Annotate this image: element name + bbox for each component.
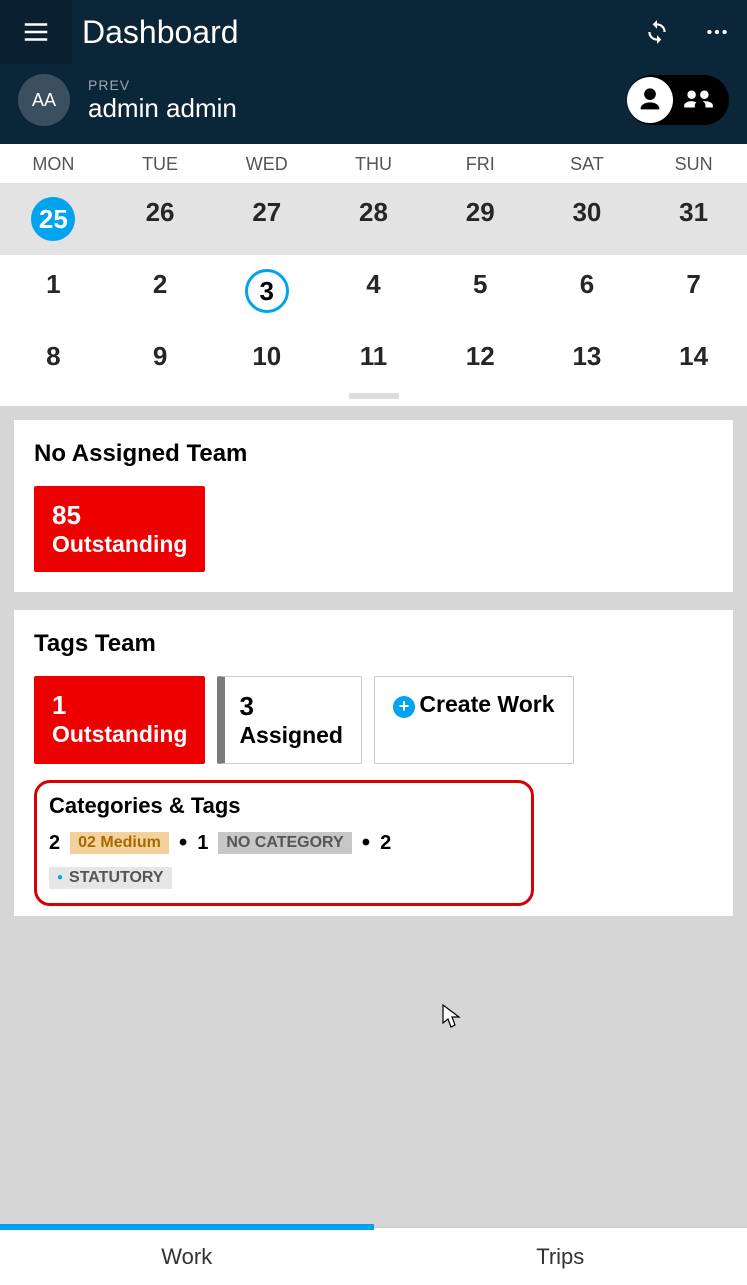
more-button[interactable]: [687, 0, 747, 64]
weekday-sat: SAT: [534, 154, 641, 175]
assigned-tile[interactable]: 3 Assigned: [217, 676, 362, 764]
calendar-day[interactable]: 4: [320, 255, 427, 327]
calendar-day[interactable]: 12: [427, 327, 534, 386]
hamburger-icon: [21, 17, 51, 47]
calendar-day[interactable]: 27: [213, 183, 320, 255]
weekday-thu: THU: [320, 154, 427, 175]
person-icon: [627, 77, 673, 123]
weekday-mon: MON: [0, 154, 107, 175]
calendar-day[interactable]: 28: [320, 183, 427, 255]
people-icon: [673, 77, 723, 123]
page-title: Dashboard: [82, 14, 627, 51]
user-name: admin admin: [88, 93, 627, 124]
sync-icon: [644, 19, 670, 45]
calendar-day[interactable]: 3: [213, 255, 320, 327]
plus-icon: +: [393, 696, 415, 718]
user-avatar[interactable]: AA: [18, 74, 70, 126]
separator-dot: •: [362, 829, 370, 857]
tab-work[interactable]: Work: [0, 1228, 374, 1285]
weekday-sun: SUN: [640, 154, 747, 175]
outstanding-tile[interactable]: 1 Outstanding: [34, 676, 205, 764]
app-header: Dashboard AA PREV admin admin: [0, 0, 747, 144]
team-title: No Assigned Team: [34, 440, 713, 468]
calendar-day[interactable]: 13: [534, 327, 641, 386]
tag-medium[interactable]: 02 Medium: [70, 832, 169, 854]
team-card-no-assigned: No Assigned Team 85 Outstanding: [14, 420, 733, 592]
cursor-icon: [442, 1004, 462, 1030]
calendar-day[interactable]: 26: [107, 183, 214, 255]
calendar-row: 8 9 10 11 12 13 14: [0, 327, 747, 386]
calendar-day[interactable]: 31: [640, 183, 747, 255]
calendar-day[interactable]: 1: [0, 255, 107, 327]
calendar: MON TUE WED THU FRI SAT SUN 25 26 27 28 …: [0, 144, 747, 406]
calendar-row: 25 26 27 28 29 30 31: [0, 183, 747, 255]
weekday-fri: FRI: [427, 154, 534, 175]
create-work-tile[interactable]: + Create Work: [374, 676, 574, 764]
weekday-tue: TUE: [107, 154, 214, 175]
calendar-day[interactable]: 8: [0, 327, 107, 386]
calendar-day[interactable]: 7: [640, 255, 747, 327]
tag-statutory[interactable]: STATUTORY: [49, 867, 172, 889]
calendar-day[interactable]: 5: [427, 255, 534, 327]
calendar-day[interactable]: 10: [213, 327, 320, 386]
more-horizontal-icon: [704, 19, 730, 45]
categories-tags-box: Categories & Tags 2 02 Medium • 1 NO CAT…: [34, 780, 534, 906]
menu-button[interactable]: [0, 0, 72, 64]
bottom-tab-bar: Work Trips: [0, 1227, 747, 1285]
calendar-day[interactable]: 2: [107, 255, 214, 327]
separator-dot: •: [179, 829, 187, 857]
tag-no-category[interactable]: NO CATEGORY: [218, 832, 351, 854]
categories-line: 2 02 Medium • 1 NO CATEGORY • 2 STATUTOR…: [49, 829, 519, 889]
weekday-wed: WED: [213, 154, 320, 175]
prev-label: PREV: [88, 77, 627, 93]
sync-button[interactable]: [627, 0, 687, 64]
tag-count: 2: [49, 832, 60, 855]
categories-title: Categories & Tags: [49, 793, 519, 819]
tab-trips[interactable]: Trips: [374, 1228, 747, 1285]
calendar-day[interactable]: 6: [534, 255, 641, 327]
calendar-weekday-row: MON TUE WED THU FRI SAT SUN: [0, 144, 747, 183]
calendar-day[interactable]: 11: [320, 327, 427, 386]
tag-count: 2: [380, 832, 391, 855]
people-toggle[interactable]: [627, 75, 729, 125]
team-card-tags: Tags Team 1 Outstanding 3 Assigned + Cre…: [14, 610, 733, 916]
calendar-day[interactable]: 14: [640, 327, 747, 386]
tag-count: 1: [197, 832, 208, 855]
calendar-row: 1 2 3 4 5 6 7: [0, 255, 747, 327]
calendar-day[interactable]: 29: [427, 183, 534, 255]
calendar-day[interactable]: 9: [107, 327, 214, 386]
calendar-drag-handle[interactable]: [0, 386, 747, 406]
calendar-day[interactable]: 25: [0, 183, 107, 255]
team-title: Tags Team: [34, 630, 713, 658]
outstanding-tile[interactable]: 85 Outstanding: [34, 486, 205, 572]
calendar-day[interactable]: 30: [534, 183, 641, 255]
